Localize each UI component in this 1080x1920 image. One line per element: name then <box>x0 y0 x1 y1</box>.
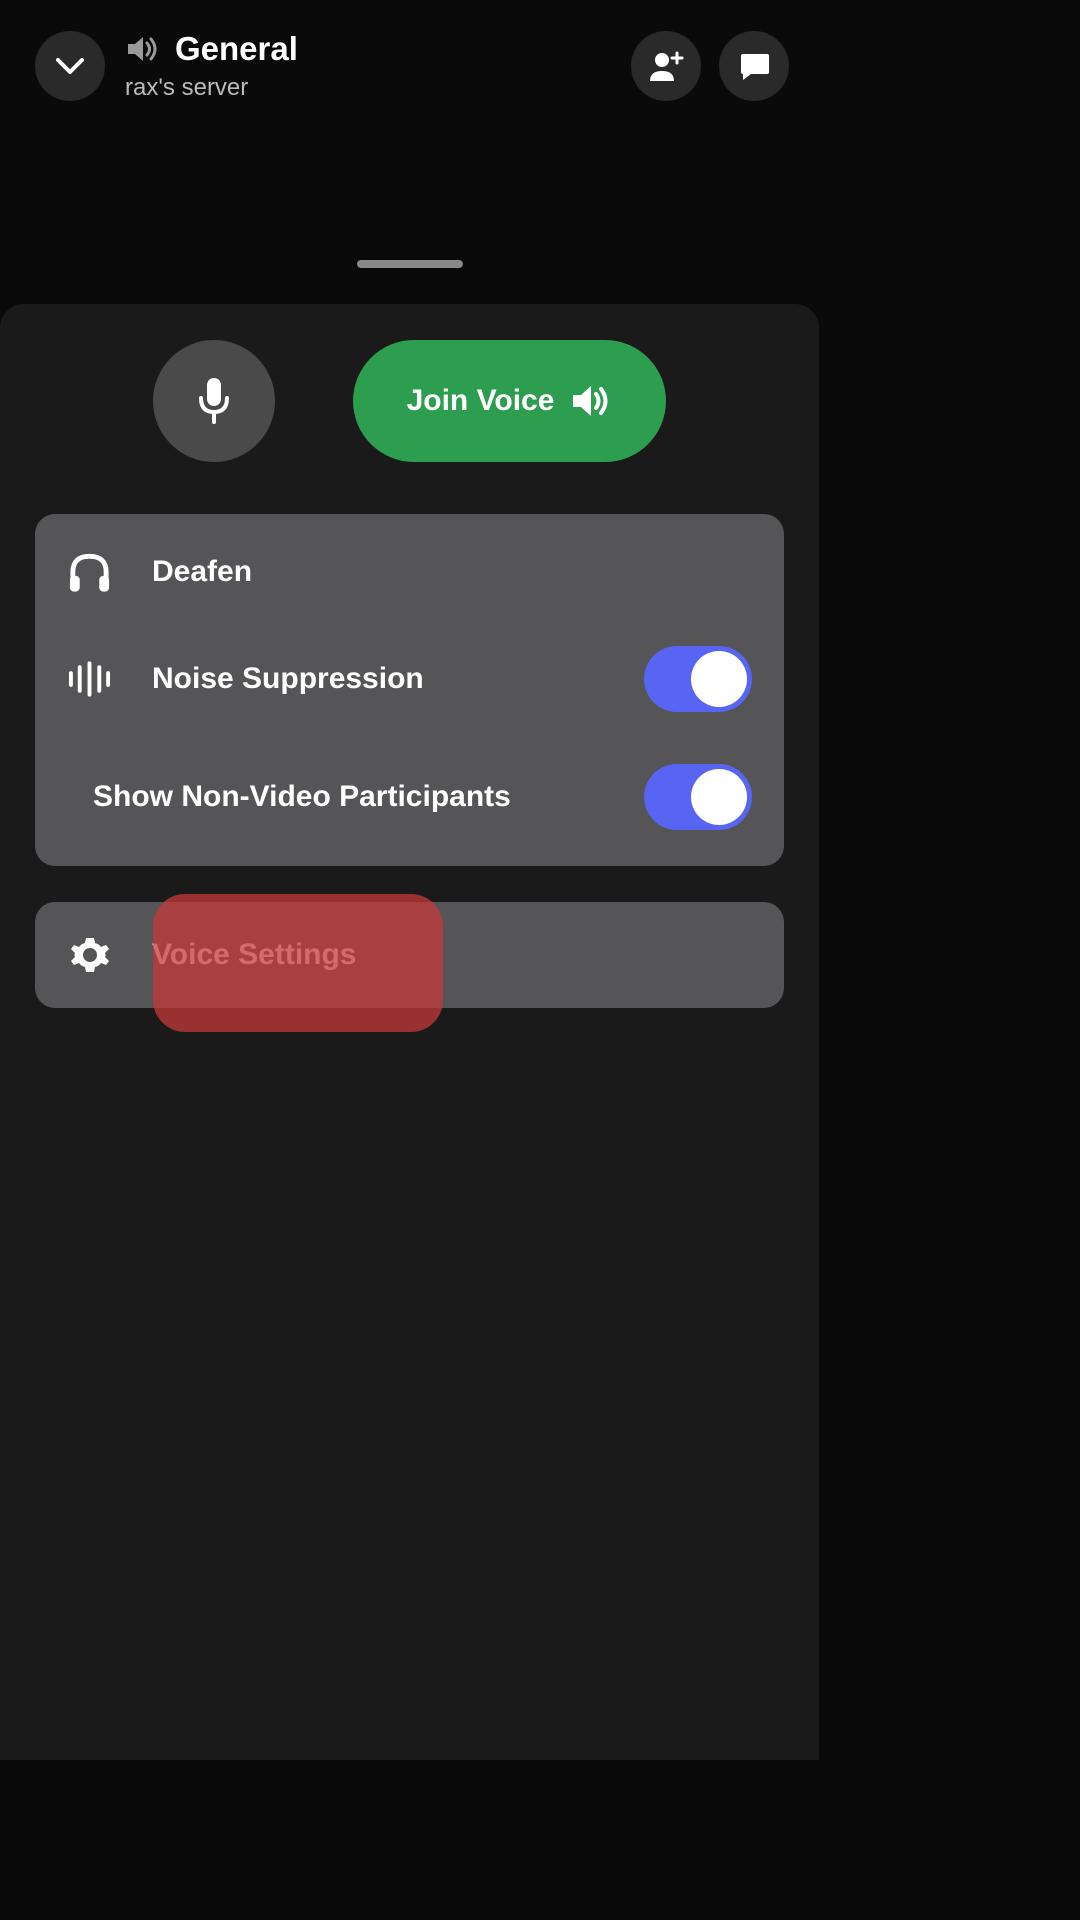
show-non-video-row: Show Non-Video Participants <box>67 738 752 838</box>
voice-settings-button[interactable]: Voice Settings <box>35 902 784 1008</box>
drag-handle[interactable] <box>357 260 463 268</box>
back-button[interactable] <box>35 31 105 101</box>
settings-icon-slot <box>67 661 112 697</box>
speaker-icon <box>570 381 612 421</box>
add-friend-button[interactable] <box>631 31 701 101</box>
deafen-row[interactable]: Deafen <box>67 542 752 620</box>
add-person-icon <box>647 49 685 83</box>
show-non-video-label: Show Non-Video Participants <box>93 780 604 814</box>
header: General rax's server <box>0 0 819 120</box>
header-actions <box>631 31 789 101</box>
chevron-down-icon <box>55 56 85 76</box>
server-name: rax's server <box>125 74 611 102</box>
noise-suppression-row: Noise Suppression <box>67 620 752 738</box>
deafen-label: Deafen <box>152 555 752 589</box>
join-voice-label: Join Voice <box>407 384 555 418</box>
settings-icon-slot <box>67 934 112 976</box>
mic-icon <box>196 376 232 426</box>
headphones-icon <box>67 550 112 594</box>
voice-settings-label: Voice Settings <box>152 938 357 972</box>
gear-icon <box>69 934 111 976</box>
mic-button[interactable] <box>153 340 275 462</box>
soundwave-icon <box>67 661 112 697</box>
bottom-sheet: Join Voice Deafen <box>0 304 819 1760</box>
header-title-row: General <box>125 30 611 68</box>
chat-icon <box>737 50 771 82</box>
settings-icon-slot <box>67 550 112 594</box>
action-row: Join Voice <box>35 340 784 462</box>
noise-suppression-toggle[interactable] <box>644 646 752 712</box>
channel-name: General <box>175 30 298 68</box>
show-non-video-toggle[interactable] <box>644 764 752 830</box>
chat-button[interactable] <box>719 31 789 101</box>
header-text: General rax's server <box>125 30 611 102</box>
noise-suppression-label: Noise Suppression <box>152 662 604 696</box>
speaker-icon <box>125 33 159 65</box>
settings-card: Deafen Noise Suppression Show Non-Video … <box>35 514 784 866</box>
join-voice-button[interactable]: Join Voice <box>353 340 667 462</box>
